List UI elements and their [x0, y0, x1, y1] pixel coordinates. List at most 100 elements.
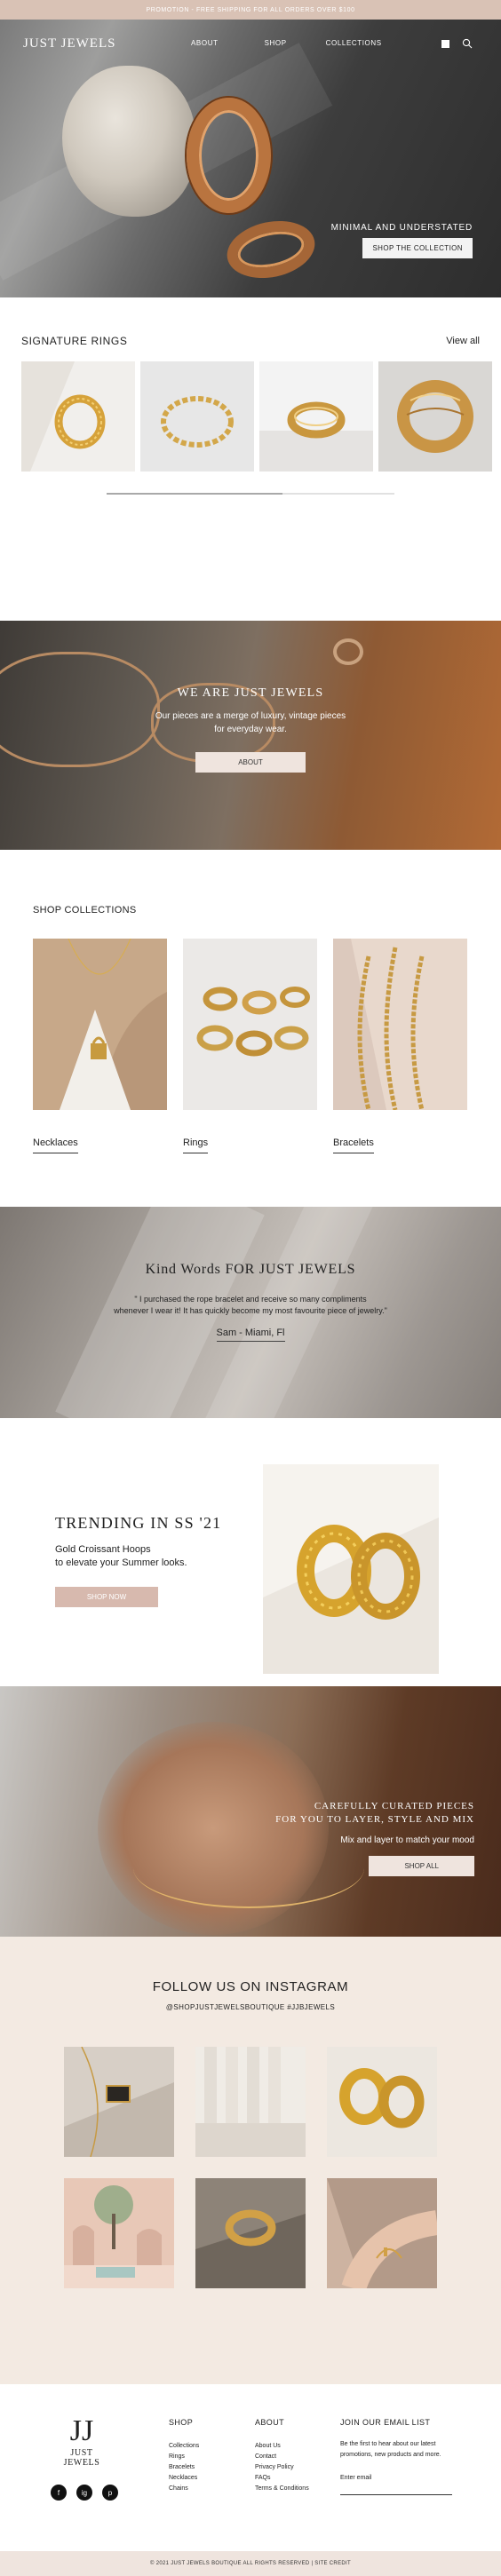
footer-link[interactable]: Rings — [169, 2452, 199, 2462]
footer-link[interactable]: Collections — [169, 2441, 199, 2452]
instagram-handles: @SHOPJUSTJEWELSBOUTIQUE #JJBJEWELS — [165, 2003, 336, 2011]
instagram-icon[interactable]: ig — [76, 2485, 92, 2501]
collection-label[interactable]: Bracelets — [333, 1137, 374, 1153]
trending-line: Gold Croissant Hoops — [55, 1544, 151, 1555]
pinterest-icon[interactable]: p — [102, 2485, 118, 2501]
email-description: Be the first to hear about our latest pr… — [340, 2439, 456, 2461]
about-banner: WE ARE JUST JEWELS Our pieces are a merg… — [0, 621, 501, 850]
footer-email-column: JOIN OUR EMAIL LIST Be the first to hear… — [340, 2418, 456, 2497]
curated-banner: CAREFULLY CURATED PIECES FOR YOU TO LAYE… — [0, 1686, 501, 1937]
hero-text: MINIMAL AND UNDERSTATED SHOP THE COLLECT… — [331, 223, 473, 258]
nav-link-collections[interactable]: COLLECTIONS — [326, 39, 382, 47]
testimonial-quote: " I purchased the rope bracelet and rece… — [0, 1294, 501, 1317]
email-text-line: Be the first to hear about our latest — [340, 2441, 436, 2447]
nav-links: ABOUT SHOP COLLECTIONS — [191, 39, 382, 47]
footer-heading: ABOUT — [255, 2418, 285, 2427]
curated-content: CAREFULLY CURATED PIECES FOR YOU TO LAYE… — [275, 1800, 474, 1876]
collection-card-rings[interactable]: Rings — [183, 939, 317, 1153]
view-all-link[interactable]: View all — [446, 336, 480, 346]
instagram-post[interactable] — [64, 2178, 174, 2288]
footer-links: About Us Contact Privacy Policy FAQs Ter… — [255, 2441, 309, 2494]
collection-label[interactable]: Necklaces — [33, 1137, 78, 1153]
ring-image — [259, 361, 373, 472]
quote-line: " I purchased the rope bracelet and rece… — [134, 1295, 367, 1304]
instagram-title: FOLLOW US ON INSTAGRAM — [152, 1979, 349, 1994]
nav-link-shop[interactable]: SHOP — [265, 39, 287, 47]
instagram-post[interactable] — [327, 2178, 437, 2288]
instagram-post[interactable] — [195, 2047, 306, 2157]
instagram-post[interactable] — [195, 2178, 306, 2288]
carousel-scroll-thumb[interactable] — [107, 493, 282, 495]
bag-icon[interactable] — [441, 39, 449, 48]
footer-about-column: ABOUT About Us Contact Privacy Policy FA… — [255, 2418, 309, 2494]
ring-image — [333, 638, 363, 665]
croissant-hoops-image — [263, 1464, 439, 1674]
footer-heading: JOIN OUR EMAIL LIST — [340, 2418, 431, 2427]
shop-now-button[interactable]: SHOP NOW — [55, 1587, 158, 1607]
curated-title-line: FOR YOU TO LAYER, STYLE AND MIX — [275, 1814, 474, 1825]
ring-product-card[interactable] — [378, 361, 492, 472]
quote-line: whenever I wear it! It has quickly becom… — [114, 1306, 387, 1315]
about-content: WE ARE JUST JEWELS Our pieces are a merg… — [0, 686, 501, 773]
shop-collections-section: SHOP COLLECTIONS Necklaces Rings Bracele… — [0, 850, 501, 1207]
ring-product-card[interactable] — [259, 361, 373, 472]
shop-collection-button[interactable]: SHOP THE COLLECTION — [362, 238, 473, 258]
promo-text: PROMOTION - FREE SHIPPING FOR ALL ORDERS… — [146, 6, 355, 13]
curated-subtitle: Mix and layer to match your mood — [340, 1835, 474, 1845]
logo-name: JUST JEWELS — [63, 2448, 100, 2468]
footer-link[interactable]: Necklaces — [169, 2473, 199, 2484]
top-nav: JUST JEWELS ABOUT SHOP COLLECTIONS — [0, 20, 501, 68]
testimonial-content: Kind Words FOR JUST JEWELS " I purchased… — [0, 1262, 501, 1342]
signature-rings-section: SIGNATURE RINGS View all — [0, 297, 501, 602]
footer-logo[interactable]: JJ JUST JEWELS — [55, 2416, 108, 2469]
nav-link-about[interactable]: ABOUT — [191, 39, 219, 47]
testimonial-author: Sam - Miami, Fl — [216, 1328, 285, 1342]
section-title: SIGNATURE RINGS — [21, 335, 128, 347]
copyright-text: © 2021 JUST JEWELS BOUTIQUE ALL RIGHTS R… — [150, 2561, 351, 2566]
ring-image — [378, 361, 492, 472]
footer-link[interactable]: Bracelets — [169, 2462, 199, 2473]
nav-icons — [441, 38, 473, 49]
ring-product-card[interactable] — [140, 361, 254, 472]
email-label: Enter email — [340, 2475, 372, 2481]
footer-link[interactable]: FAQs — [255, 2473, 309, 2484]
site-logo[interactable]: JUST JEWELS — [23, 36, 115, 52]
section-title: SHOP COLLECTIONS — [33, 905, 137, 915]
carousel-scrollbar[interactable] — [107, 493, 394, 495]
footer-link[interactable]: Chains — [169, 2484, 199, 2494]
footer-links: Collections Rings Bracelets Necklaces Ch… — [169, 2441, 199, 2494]
promo-bar: PROMOTION - FREE SHIPPING FOR ALL ORDERS… — [0, 0, 501, 20]
search-icon[interactable] — [462, 38, 473, 49]
instagram-post[interactable] — [64, 2047, 174, 2157]
footer-link[interactable]: Contact — [255, 2452, 309, 2462]
hero-tagline: MINIMAL AND UNDERSTATED — [330, 223, 473, 233]
ring-image — [140, 361, 254, 472]
instagram-post[interactable] — [327, 2047, 437, 2157]
trending-line: to elevate your Summer looks. — [55, 1557, 187, 1568]
trending-section: TRENDING IN SS '21 Gold Croissant Hoops … — [0, 1418, 501, 1686]
instagram-section: FOLLOW US ON INSTAGRAM @SHOPJUSTJEWELSBO… — [0, 1937, 501, 2384]
about-text-line: Our pieces are a merge of luxury, vintag… — [155, 711, 346, 721]
testimonial-title: Kind Words FOR JUST JEWELS — [145, 1262, 356, 1277]
facebook-icon[interactable]: f — [51, 2485, 67, 2501]
email-text-line: promotions, new products and more. — [340, 2452, 441, 2458]
trending-title: TRENDING IN SS '21 — [55, 1514, 222, 1532]
email-input[interactable] — [340, 2488, 452, 2495]
about-button[interactable]: ABOUT — [195, 752, 306, 773]
collection-label[interactable]: Rings — [183, 1137, 209, 1153]
footer-link[interactable]: Terms & Conditions — [255, 2484, 309, 2494]
collections-grid: Necklaces Rings Bracelets — [0, 938, 501, 1153]
ring-carousel — [0, 361, 501, 472]
about-title: WE ARE JUST JEWELS — [177, 686, 324, 700]
footer-link[interactable]: Privacy Policy — [255, 2462, 309, 2473]
instagram-grid — [0, 2047, 501, 2288]
collection-card-necklaces[interactable]: Necklaces — [33, 938, 167, 1153]
hero-hoop-earring — [187, 98, 271, 213]
collection-card-bracelets[interactable]: Bracelets — [333, 939, 467, 1153]
footer-link[interactable]: About Us — [255, 2441, 309, 2452]
copyright-bar: © 2021 JUST JEWELS BOUTIQUE ALL RIGHTS R… — [0, 2551, 501, 2576]
ring-product-card[interactable] — [21, 361, 135, 472]
shop-all-button[interactable]: SHOP ALL — [369, 1856, 474, 1876]
testimonial-section: Kind Words FOR JUST JEWELS " I purchased… — [0, 1207, 501, 1418]
site-footer: JJ JUST JEWELS f ig p SHOP Collections R… — [0, 2384, 501, 2551]
